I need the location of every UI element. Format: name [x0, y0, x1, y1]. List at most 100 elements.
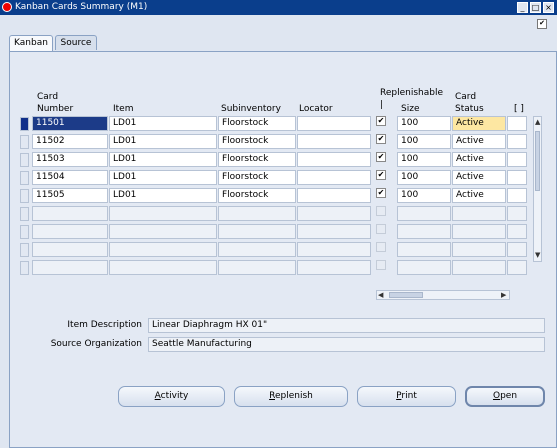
- extra-cell[interactable]: [507, 242, 527, 257]
- replenishable-checkbox[interactable]: ✔: [376, 116, 386, 126]
- replenishable-checkbox[interactable]: ✔: [376, 170, 386, 180]
- record-indicator[interactable]: [20, 225, 29, 239]
- card-number-cell[interactable]: [32, 242, 108, 257]
- tab-source[interactable]: Source: [55, 35, 97, 50]
- record-indicator[interactable]: [20, 135, 29, 149]
- subinventory-cell[interactable]: Floorstock: [218, 152, 296, 167]
- source-organization-field[interactable]: Seattle Manufacturing: [148, 337, 545, 352]
- status-cell[interactable]: Active: [452, 170, 506, 185]
- folder-check-icon[interactable]: ✔: [537, 19, 547, 29]
- status-cell[interactable]: [452, 260, 506, 275]
- size-cell[interactable]: [397, 260, 451, 275]
- scroll-right-icon[interactable]: ▶: [501, 291, 506, 299]
- record-indicator[interactable]: [20, 171, 29, 185]
- card-number-cell[interactable]: 11501: [32, 116, 108, 131]
- tab-kanban[interactable]: Kanban: [9, 35, 53, 52]
- record-indicator[interactable]: [20, 207, 29, 221]
- replenishable-checkbox[interactable]: [376, 260, 386, 270]
- print-button[interactable]: Print: [357, 386, 456, 407]
- extra-cell[interactable]: [507, 260, 527, 275]
- card-number-cell[interactable]: 11503: [32, 152, 108, 167]
- item-cell[interactable]: LD01: [109, 116, 217, 131]
- close-icon[interactable]: ×: [543, 2, 554, 13]
- locator-cell[interactable]: [297, 242, 371, 257]
- locator-cell[interactable]: [297, 188, 371, 203]
- item-description-field[interactable]: Linear Diaphragm HX 01": [148, 318, 545, 333]
- locator-cell[interactable]: [297, 224, 371, 239]
- replenishable-checkbox[interactable]: [376, 206, 386, 216]
- subinventory-cell[interactable]: Floorstock: [218, 134, 296, 149]
- subinventory-cell[interactable]: [218, 260, 296, 275]
- replenishable-checkbox[interactable]: [376, 224, 386, 234]
- vertical-scrollbar[interactable]: ▲ ▼: [533, 116, 542, 262]
- maximize-icon[interactable]: □: [530, 2, 541, 13]
- status-cell[interactable]: Active: [452, 134, 506, 149]
- size-cell[interactable]: 100: [397, 152, 451, 167]
- replenishable-checkbox[interactable]: ✔: [376, 152, 386, 162]
- extra-cell[interactable]: [507, 134, 527, 149]
- extra-cell[interactable]: [507, 152, 527, 167]
- card-number-cell[interactable]: [32, 224, 108, 239]
- size-cell[interactable]: 100: [397, 188, 451, 203]
- subinventory-cell[interactable]: [218, 242, 296, 257]
- size-cell[interactable]: 100: [397, 116, 451, 131]
- extra-cell[interactable]: [507, 116, 527, 131]
- record-indicator[interactable]: [20, 189, 29, 203]
- extra-cell[interactable]: [507, 206, 527, 221]
- extra-cell[interactable]: [507, 170, 527, 185]
- status-cell[interactable]: Active: [452, 188, 506, 203]
- status-cell[interactable]: Active: [452, 152, 506, 167]
- status-cell[interactable]: [452, 224, 506, 239]
- subinventory-cell[interactable]: Floorstock: [218, 188, 296, 203]
- subinventory-cell[interactable]: [218, 224, 296, 239]
- record-indicator[interactable]: [20, 117, 29, 131]
- minimize-icon[interactable]: _: [517, 2, 528, 13]
- replenishable-checkbox[interactable]: ✔: [376, 134, 386, 144]
- status-cell[interactable]: [452, 206, 506, 221]
- card-number-cell[interactable]: [32, 260, 108, 275]
- subinventory-cell[interactable]: Floorstock: [218, 170, 296, 185]
- subinventory-cell[interactable]: [218, 206, 296, 221]
- item-cell[interactable]: [109, 242, 217, 257]
- locator-cell[interactable]: [297, 170, 371, 185]
- size-cell[interactable]: [397, 206, 451, 221]
- card-number-cell[interactable]: 11502: [32, 134, 108, 149]
- item-cell[interactable]: LD01: [109, 188, 217, 203]
- scroll-down-icon[interactable]: ▼: [535, 251, 540, 259]
- item-cell[interactable]: [109, 206, 217, 221]
- locator-cell[interactable]: [297, 206, 371, 221]
- status-cell[interactable]: [452, 242, 506, 257]
- item-cell[interactable]: [109, 224, 217, 239]
- record-indicator[interactable]: [20, 153, 29, 167]
- locator-cell[interactable]: [297, 134, 371, 149]
- replenish-button[interactable]: Replenish: [234, 386, 348, 407]
- locator-cell[interactable]: [297, 116, 371, 131]
- record-indicator[interactable]: [20, 243, 29, 257]
- locator-cell[interactable]: [297, 152, 371, 167]
- item-cell[interactable]: LD01: [109, 170, 217, 185]
- card-number-cell[interactable]: 11504: [32, 170, 108, 185]
- card-number-cell[interactable]: [32, 206, 108, 221]
- size-cell[interactable]: [397, 224, 451, 239]
- size-cell[interactable]: 100: [397, 170, 451, 185]
- locator-cell[interactable]: [297, 260, 371, 275]
- card-number-cell[interactable]: 11505: [32, 188, 108, 203]
- item-cell[interactable]: LD01: [109, 152, 217, 167]
- replenishable-checkbox[interactable]: [376, 242, 386, 252]
- horizontal-scrollbar[interactable]: ◀ ▶: [376, 290, 510, 300]
- record-indicator[interactable]: [20, 261, 29, 275]
- scroll-left-icon[interactable]: ◀: [378, 291, 383, 299]
- activity-button[interactable]: Activity: [118, 386, 225, 407]
- horizontal-scroll-thumb[interactable]: [389, 292, 423, 298]
- size-cell[interactable]: 100: [397, 134, 451, 149]
- item-cell[interactable]: [109, 260, 217, 275]
- size-cell[interactable]: [397, 242, 451, 257]
- item-cell[interactable]: LD01: [109, 134, 217, 149]
- extra-cell[interactable]: [507, 188, 527, 203]
- open-button[interactable]: Open: [465, 386, 545, 407]
- extra-cell[interactable]: [507, 224, 527, 239]
- subinventory-cell[interactable]: Floorstock: [218, 116, 296, 131]
- status-cell[interactable]: Active: [452, 116, 506, 131]
- vertical-scroll-thumb[interactable]: [535, 131, 540, 191]
- replenishable-checkbox[interactable]: ✔: [376, 188, 386, 198]
